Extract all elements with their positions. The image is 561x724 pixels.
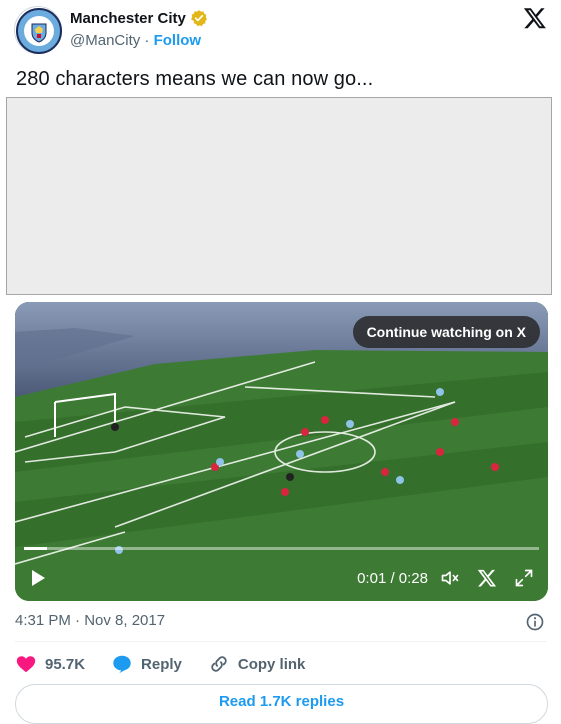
continue-watching-button[interactable]: Continue watching on X <box>352 316 540 348</box>
likes-count: 95.7K <box>45 655 86 673</box>
tweet-header: Manchester City @ManCity · Follow <box>14 6 549 56</box>
reply-button[interactable]: Reply <box>111 653 182 675</box>
video-controls: 0:01 / 0:28 <box>15 562 548 594</box>
play-icon[interactable] <box>29 569 47 587</box>
club-crest-icon <box>16 8 62 54</box>
separator-dot: · <box>144 32 150 49</box>
name-line: Manchester City <box>70 9 208 27</box>
action-bar: 95.7K Reply Copy link <box>15 652 331 676</box>
link-icon <box>211 656 227 672</box>
copy-link-label: Copy link <box>237 655 306 673</box>
verified-badge-icon <box>190 10 207 27</box>
account-handle[interactable]: @ManCity <box>70 32 140 49</box>
reply-bubble-icon <box>113 655 131 674</box>
video-player[interactable]: Continue watching on X 0:01 / 0:28 <box>15 302 548 601</box>
volume-icon[interactable] <box>440 568 460 588</box>
expand-icon[interactable] <box>514 568 534 588</box>
media-placeholder <box>6 97 552 295</box>
like-button[interactable]: 95.7K <box>15 653 85 675</box>
reply-label: Reply <box>141 655 182 673</box>
copy-link-button[interactable]: Copy link <box>208 653 306 675</box>
heart-icon <box>16 656 36 673</box>
info-icon[interactable] <box>525 612 545 632</box>
tweet-timestamp[interactable]: 4:31 PM · Nov 8, 2017 <box>15 612 165 629</box>
account-name[interactable]: Manchester City <box>70 10 186 27</box>
x-logo-small-icon[interactable] <box>477 568 497 588</box>
x-logo-icon[interactable] <box>523 6 547 30</box>
progress-fill <box>24 547 48 550</box>
follow-button[interactable]: Follow <box>154 32 202 49</box>
tweet-text: 280 characters means we can now go... <box>16 68 374 90</box>
progress-bar[interactable] <box>24 547 539 550</box>
video-time: 0:01 / 0:28 <box>357 570 428 587</box>
handle-line: @ManCity · Follow <box>70 32 201 49</box>
read-replies-button[interactable]: Read 1.7K replies <box>15 684 548 724</box>
divider <box>15 641 547 642</box>
avatar[interactable] <box>14 6 62 54</box>
